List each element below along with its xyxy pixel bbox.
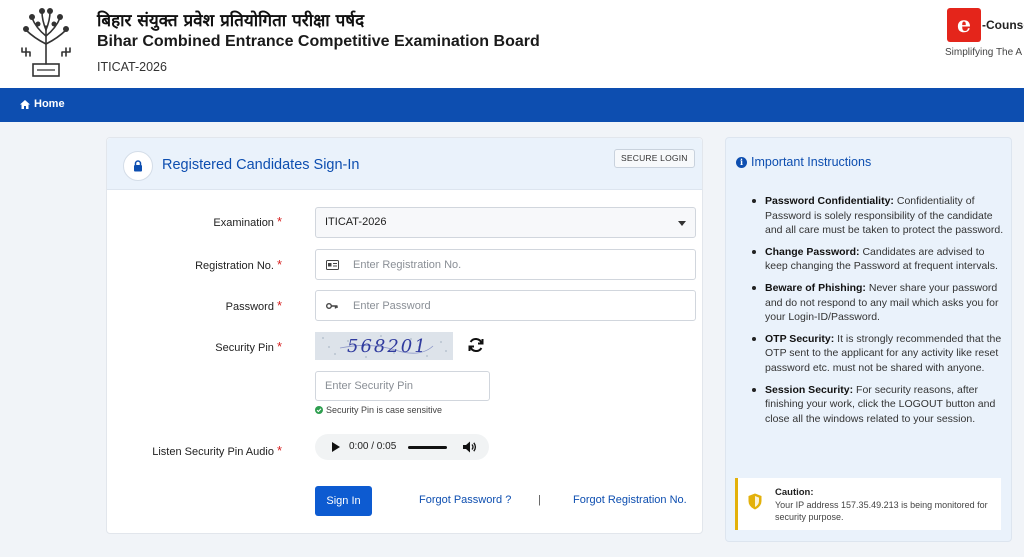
instructions-list: Password Confidentiality: Confidentialit… [744, 194, 1006, 433]
caution-text: Your IP address 157.35.49.213 is being m… [775, 500, 988, 522]
required-mark: * [276, 443, 282, 458]
captcha-text: 568201 [347, 336, 428, 357]
required-mark: * [276, 214, 282, 229]
brand-tagline: Simplifying The A [945, 47, 1023, 58]
list-item: Change Password: Candidates are advised … [744, 245, 1006, 274]
info-icon: i [736, 156, 747, 168]
registration-input[interactable] [353, 250, 683, 279]
play-icon[interactable] [332, 442, 340, 452]
forgot-password-link[interactable]: Forgot Password ? [419, 494, 511, 506]
chevron-down-icon [678, 221, 686, 226]
captcha-image: 568201 [315, 332, 453, 360]
link-separator: | [538, 494, 541, 506]
security-pin-input[interactable] [315, 371, 490, 401]
instructions-panel: i Important Instructions Password Confid… [725, 137, 1012, 542]
check-circle-icon [315, 406, 323, 414]
registration-field [315, 249, 696, 280]
brand-name: -Counse [982, 18, 1024, 32]
examination-selected-value: ITICAT-2026 [325, 216, 387, 228]
required-mark: * [276, 257, 282, 272]
instructions-title: i Important Instructions [736, 155, 871, 169]
nav-home-label: Home [34, 98, 65, 110]
board-name: Bihar Combined Entrance Competitive Exam… [97, 33, 540, 50]
sign-in-button[interactable]: Sign In [315, 486, 372, 516]
home-icon [20, 99, 30, 109]
site-header: बिहार संयुक्त प्रवेश प्रतियोगिता परीक्षा… [0, 0, 1024, 88]
examination-label: Examination * [213, 214, 282, 229]
signin-card-header: Registered Candidates Sign-In SECURE LOG… [107, 138, 702, 190]
list-item: Session Security: For security reasons, … [744, 383, 1006, 427]
security-pin-label: Security Pin * [215, 339, 282, 354]
password-field [315, 290, 696, 321]
id-card-icon [316, 250, 348, 279]
list-item: Password Confidentiality: Confidentialit… [744, 194, 1006, 238]
registration-label: Registration No. * [195, 257, 282, 272]
security-pin-audio-player: 0:00 / 0:05 [315, 434, 489, 460]
audio-progress-bar[interactable] [408, 446, 447, 449]
main-navbar: Home [0, 88, 1024, 122]
caution-box: Caution: Your IP address 157.35.49.213 i… [735, 478, 1001, 530]
examination-select[interactable]: ITICAT-2026 [315, 207, 696, 238]
exam-code: ITICAT-2026 [97, 60, 167, 74]
refresh-icon[interactable] [467, 336, 485, 354]
ecounselling-logo: e [947, 8, 981, 42]
nav-home-link[interactable]: Home [20, 98, 65, 110]
signin-card: Registered Candidates Sign-In SECURE LOG… [106, 137, 703, 534]
forgot-registration-link[interactable]: Forgot Registration No. [573, 494, 687, 506]
list-item: OTP Security: It is strongly recommended… [744, 332, 1006, 376]
list-item: Beware of Phishing: Never share your pas… [744, 281, 1006, 325]
required-mark: * [276, 339, 282, 354]
audio-time: 0:00 / 0:05 [349, 441, 397, 452]
key-icon [316, 291, 348, 320]
signin-title: Registered Candidates Sign-In [162, 157, 360, 173]
required-mark: * [276, 298, 282, 313]
board-name-hindi: बिहार संयुक्त प्रवेश प्रतियोगिता परीक्षा… [97, 11, 365, 31]
password-input[interactable] [353, 291, 683, 320]
caution-title: Caution: [775, 487, 814, 498]
emblem-icon [21, 8, 71, 77]
password-label: Password * [225, 298, 282, 313]
audio-label: Listen Security Pin Audio * [152, 443, 282, 458]
secure-login-badge: SECURE LOGIN [614, 149, 695, 168]
pin-case-note: Security Pin is case sensitive [315, 405, 442, 415]
lock-badge [123, 151, 153, 181]
lock-icon [134, 160, 142, 172]
volume-icon[interactable] [463, 441, 477, 453]
shield-icon [748, 493, 762, 510]
